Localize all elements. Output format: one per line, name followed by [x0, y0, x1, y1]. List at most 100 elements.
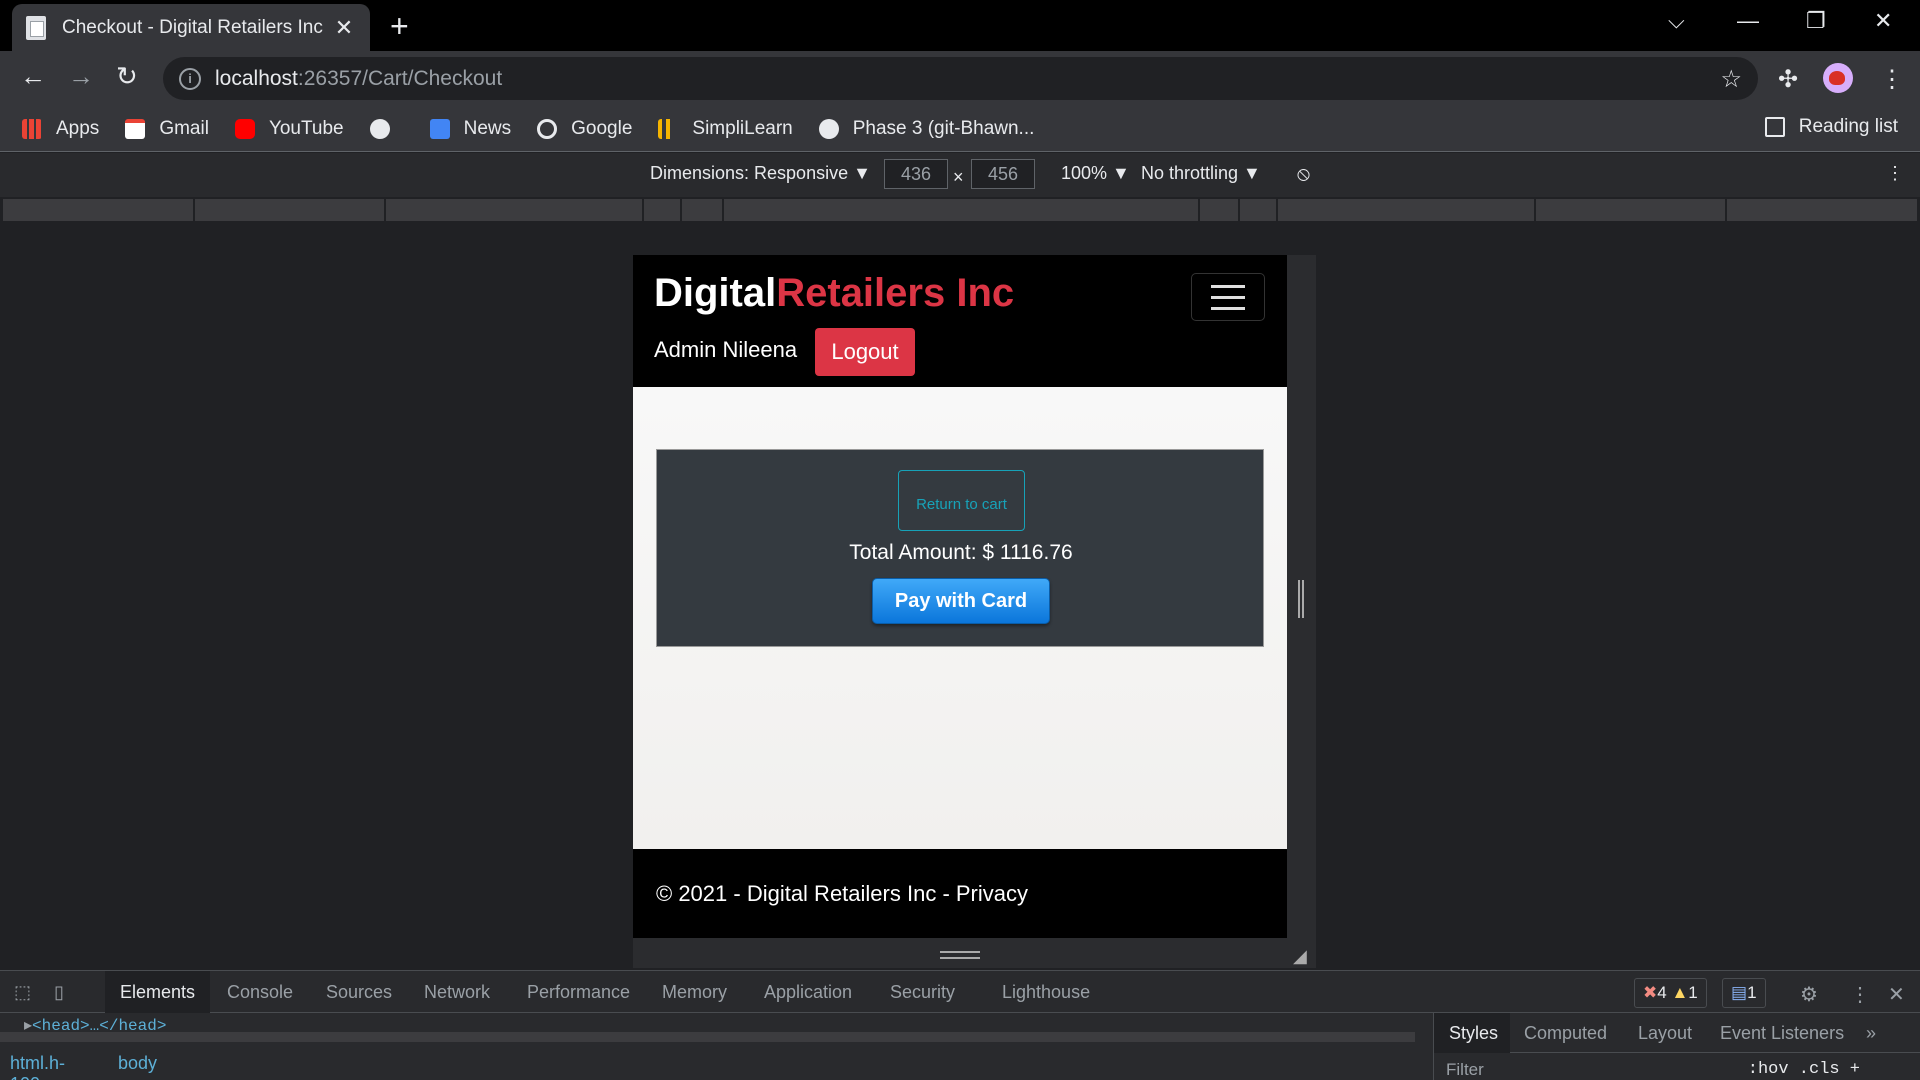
devtools-panel: ⬚ ▯ Elements Console Sources Network Per… — [0, 970, 1920, 1080]
tab-event-listeners[interactable]: Event Listeners — [1720, 1023, 1844, 1044]
styles-filter-input[interactable]: Filter — [1446, 1060, 1484, 1080]
bookmark-youtube[interactable]: YouTube — [234, 118, 344, 140]
tab-elements[interactable]: Elements — [120, 982, 195, 1003]
new-tab-icon[interactable]: + — [390, 8, 409, 45]
bookmark-news[interactable]: News — [429, 117, 512, 140]
height-input[interactable]: 456 — [971, 159, 1035, 189]
close-tab-icon[interactable]: ✕ — [332, 15, 356, 41]
tab-computed[interactable]: Computed — [1524, 1023, 1607, 1044]
github-icon — [818, 118, 839, 139]
pay-with-card-button[interactable]: Pay with Card — [872, 578, 1050, 624]
browser-tab-strip: Checkout - Digital Retailers Inc ✕ + ⌵ —… — [0, 0, 1920, 51]
device-toolbar: Dimensions: Responsive ▼ 436 × 456 100% … — [0, 153, 1920, 197]
bookmark-github[interactable]: Phase 3 (git-Bhawn... — [818, 117, 1035, 140]
message-count: 1 — [1747, 983, 1757, 1002]
bookmark-google[interactable]: Google — [537, 118, 632, 140]
main-content: Return to cart Total Amount: $ 1116.76 P… — [633, 387, 1287, 849]
bookmark-label: Gmail — [159, 117, 209, 139]
bookmarks-bar: Apps Gmail YouTube News Google SimpliLea… — [0, 106, 1920, 152]
tab-styles[interactable]: Styles — [1449, 1023, 1498, 1044]
message-icon: ▤ — [1731, 983, 1748, 1002]
device-toggle-icon[interactable]: ▯ — [54, 982, 64, 1003]
width-input[interactable]: 436 — [884, 159, 948, 189]
dom-horizontal-scrollbar[interactable] — [0, 1032, 1415, 1042]
breadcrumb-html[interactable]: html.h-100 — [10, 1053, 65, 1080]
error-icon: ✖ — [1643, 983, 1658, 1002]
devtools-menu-icon[interactable]: ⋮ — [1850, 982, 1870, 1007]
dimensions-dropdown[interactable]: Dimensions: Responsive ▼ — [650, 163, 871, 184]
page-favicon-icon — [26, 15, 46, 40]
settings-gear-icon[interactable]: ⚙ — [1800, 982, 1818, 1007]
messages-badge[interactable]: ▤1 — [1722, 978, 1766, 1008]
issues-badge[interactable]: ✖4 ▲1 — [1634, 978, 1707, 1008]
zoom-dropdown[interactable]: 100% ▼ — [1061, 163, 1130, 184]
url-host: localhost — [215, 66, 298, 90]
site-footer: © 2021 - Digital Retailers Inc - Privacy — [633, 849, 1287, 938]
total-amount: Total Amount: $ 1116.76 — [849, 541, 1073, 564]
reload-icon[interactable]: ↻ — [116, 61, 138, 92]
reading-list-button[interactable]: Reading list — [1764, 116, 1898, 138]
hamburger-icon — [1211, 284, 1245, 288]
url-path: :26357/Cart/Checkout — [297, 66, 503, 90]
restore-icon[interactable]: ❐ — [1806, 8, 1826, 34]
tab-memory[interactable]: Memory — [662, 982, 727, 1003]
device-toolbar-menu-icon[interactable]: ⋮ — [1886, 163, 1904, 184]
hamburger-icon — [1211, 295, 1245, 299]
minimize-icon[interactable]: — — [1737, 8, 1759, 34]
tab-security[interactable]: Security — [890, 982, 955, 1003]
inspect-element-icon[interactable]: ⬚ — [14, 982, 31, 1003]
bookmark-apps[interactable]: Apps — [22, 118, 99, 140]
close-devtools-icon[interactable]: ✕ — [1888, 982, 1905, 1007]
media-query-bar[interactable] — [0, 199, 1920, 221]
browser-toolbar: ← → ↻ i localhost:26357/Cart/Checkout ☆ … — [0, 51, 1920, 106]
tab-search-icon[interactable]: ⌵ — [1668, 8, 1685, 34]
tab-network[interactable]: Network — [424, 982, 490, 1003]
simplilearn-icon — [658, 118, 679, 139]
devtools-tabbar: ⬚ ▯ Elements Console Sources Network Per… — [0, 971, 1920, 1013]
tab-layout[interactable]: Layout — [1638, 1023, 1692, 1044]
checkout-card: Return to cart Total Amount: $ 1116.76 P… — [656, 449, 1264, 647]
tab-sources[interactable]: Sources — [326, 982, 392, 1003]
address-bar[interactable]: i localhost:26357/Cart/Checkout ☆ — [163, 57, 1758, 100]
site-brand[interactable]: DigitalRetailers Inc — [654, 271, 1014, 316]
bookmark-gmail[interactable]: Gmail — [125, 118, 209, 140]
close-window-icon[interactable]: ✕ — [1874, 8, 1892, 34]
brand-part-retailers: Retailers Inc — [776, 271, 1015, 315]
rotate-icon[interactable]: ⦸ — [1297, 163, 1310, 186]
viewport-height-resize-handle[interactable] — [940, 951, 980, 959]
back-icon[interactable]: ← — [20, 61, 46, 92]
hamburger-icon — [1211, 306, 1245, 310]
bookmark-simplilearn[interactable]: SimpliLearn — [658, 118, 793, 140]
more-tabs-icon[interactable]: » — [1866, 1023, 1876, 1044]
throttling-dropdown[interactable]: No throttling ▼ — [1141, 163, 1261, 184]
viewport-corner-resize-icon[interactable]: ◢ — [1293, 946, 1313, 966]
bookmark-globe[interactable] — [369, 118, 404, 139]
browser-tab[interactable]: Checkout - Digital Retailers Inc ✕ — [12, 4, 370, 51]
forward-icon[interactable]: → — [68, 61, 94, 92]
device-viewport: DigitalRetailers Inc Admin Nileena Logou… — [633, 255, 1287, 938]
styles-tabbar: Styles Computed Layout Event Listeners » — [1434, 1013, 1920, 1053]
dimension-separator: × — [953, 167, 964, 187]
bookmark-star-icon[interactable]: ☆ — [1720, 65, 1742, 94]
breadcrumb-body[interactable]: body — [118, 1053, 157, 1074]
tab-lighthouse[interactable]: Lighthouse — [1002, 982, 1090, 1003]
tab-console[interactable]: Console — [227, 982, 293, 1003]
logout-button[interactable]: Logout — [815, 328, 915, 376]
browser-menu-icon[interactable]: ⋮ — [1880, 65, 1904, 94]
extensions-puzzle-icon[interactable]: ✣ — [1778, 65, 1798, 94]
viewport-width-resize-handle[interactable] — [1298, 580, 1304, 618]
return-to-cart-button[interactable]: Return to cart — [898, 470, 1025, 531]
footer-text[interactable]: © 2021 - Digital Retailers Inc - Privacy — [656, 881, 1028, 907]
tab-performance[interactable]: Performance — [527, 982, 630, 1003]
bookmark-label: Apps — [56, 117, 100, 139]
bookmark-label: Phase 3 (git-Bhawn... — [852, 117, 1035, 139]
warning-count: 1 — [1688, 983, 1698, 1002]
site-info-icon[interactable]: i — [179, 67, 201, 90]
globe-icon — [369, 118, 390, 139]
reading-list-label: Reading list — [1798, 116, 1898, 137]
profile-avatar[interactable] — [1823, 63, 1853, 93]
styles-filter-actions[interactable]: :hov .cls + — [1748, 1060, 1860, 1079]
tab-application[interactable]: Application — [764, 982, 852, 1003]
bookmark-label: News — [463, 117, 512, 139]
navbar-toggler-button[interactable] — [1191, 273, 1265, 321]
